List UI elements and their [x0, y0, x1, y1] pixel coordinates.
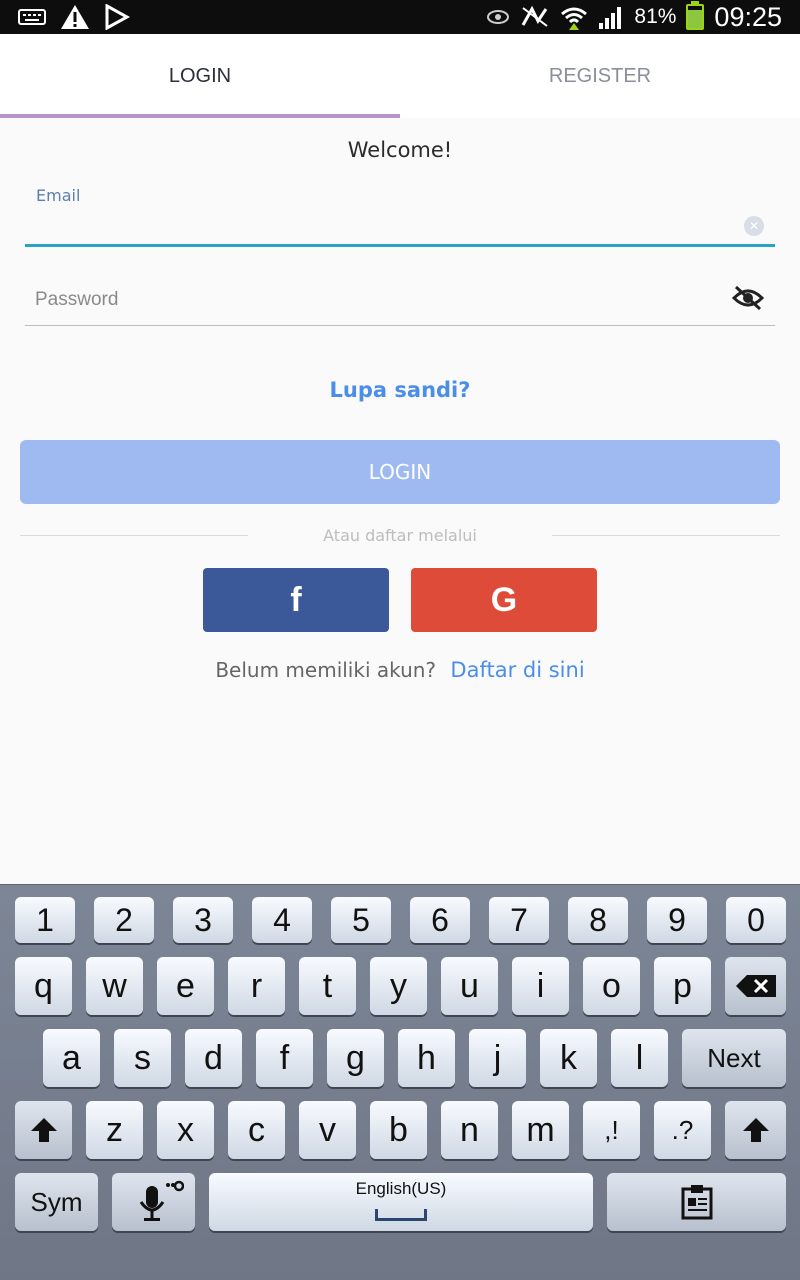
key-i[interactable]: i [512, 957, 569, 1015]
key-g[interactable]: g [327, 1029, 384, 1087]
login-button[interactable]: LOGIN [20, 440, 780, 504]
sym-key[interactable]: Sym [15, 1173, 98, 1231]
next-key[interactable]: Next [682, 1029, 786, 1087]
password-underline [25, 325, 775, 326]
email-label: Email [36, 186, 81, 205]
key-z[interactable]: z [86, 1101, 143, 1159]
key-comma[interactable]: ,! [583, 1101, 640, 1159]
google-icon: G [490, 580, 518, 619]
no-signal-icon [522, 5, 548, 27]
key-y[interactable]: y [370, 957, 427, 1015]
facebook-icon: f [290, 580, 302, 619]
tab-register[interactable]: REGISTER [400, 34, 800, 118]
key-8[interactable]: 8 [568, 897, 628, 943]
key-f[interactable]: f [256, 1029, 313, 1087]
signup-link[interactable]: Daftar di sini [450, 658, 584, 682]
play-store-icon [105, 4, 130, 30]
key-period[interactable]: .? [654, 1101, 711, 1159]
clock: 09:25 [714, 1, 782, 32]
tab-indicator [0, 114, 400, 118]
welcome-text: Welcome! [347, 138, 453, 162]
shift-icon [30, 1118, 57, 1142]
clear-icon[interactable]: ✕ [744, 216, 764, 236]
battery-icon [686, 1, 705, 30]
key-shift-left[interactable] [15, 1101, 72, 1159]
battery-percent: 81% [634, 5, 677, 28]
forgot-password-link[interactable]: Lupa sandi? [0, 378, 800, 402]
warning-icon [61, 5, 89, 29]
key-q[interactable]: q [15, 957, 72, 1015]
key-m[interactable]: m [512, 1101, 569, 1159]
clipboard-key[interactable] [607, 1173, 786, 1231]
key-k[interactable]: k [540, 1029, 597, 1087]
space-key[interactable]: English(US) [209, 1173, 593, 1231]
eye-icon [487, 10, 510, 24]
key-5[interactable]: 5 [331, 897, 391, 943]
key-b[interactable]: b [370, 1101, 427, 1159]
key-backspace[interactable] [725, 957, 786, 1015]
key-4[interactable]: 4 [252, 897, 312, 943]
wifi-icon [561, 7, 588, 30]
voice-input-key[interactable] [112, 1173, 195, 1231]
key-p[interactable]: p [654, 957, 711, 1015]
space-bar-icon [375, 1209, 427, 1221]
key-s[interactable]: s [114, 1029, 171, 1087]
signal-icon [599, 7, 622, 29]
clipboard-icon [681, 1185, 712, 1220]
soft-keyboard: 1 2 3 4 5 6 7 8 9 0 q w e r t y u i o p … [0, 884, 800, 1280]
divider-right [552, 535, 780, 536]
email-underline [25, 244, 775, 247]
key-x[interactable]: x [157, 1101, 214, 1159]
microphone-icon [139, 1180, 184, 1221]
key-o[interactable]: o [583, 957, 640, 1015]
key-c[interactable]: c [228, 1101, 285, 1159]
facebook-login-button[interactable]: f [203, 568, 389, 632]
key-shift-right[interactable] [725, 1101, 786, 1159]
key-n[interactable]: n [441, 1101, 498, 1159]
key-j[interactable]: j [469, 1029, 526, 1087]
signup-row: Belum memiliki akun? Daftar di sini [0, 658, 800, 682]
password-input[interactable] [25, 280, 745, 320]
key-v[interactable]: v [299, 1101, 356, 1159]
google-login-button[interactable]: G [411, 568, 597, 632]
key-d[interactable]: d [185, 1029, 242, 1087]
key-6[interactable]: 6 [410, 897, 470, 943]
visibility-off-icon[interactable] [732, 284, 764, 312]
key-h[interactable]: h [398, 1029, 455, 1087]
key-3[interactable]: 3 [173, 897, 233, 943]
key-u[interactable]: u [441, 957, 498, 1015]
key-0[interactable]: 0 [726, 897, 786, 943]
shift-icon [742, 1118, 769, 1142]
email-input[interactable] [25, 206, 775, 246]
tab-login[interactable]: LOGIN [0, 34, 400, 118]
signup-prompt: Belum memiliki akun? [215, 658, 437, 682]
key-9[interactable]: 9 [647, 897, 707, 943]
space-language-label: English(US) [355, 1179, 447, 1198]
key-2[interactable]: 2 [94, 897, 154, 943]
key-1[interactable]: 1 [15, 897, 75, 943]
key-e[interactable]: e [157, 957, 214, 1015]
backspace-icon [735, 975, 776, 997]
key-7[interactable]: 7 [489, 897, 549, 943]
key-r[interactable]: r [228, 957, 285, 1015]
key-a[interactable]: a [43, 1029, 100, 1087]
auth-tabs: LOGIN REGISTER [0, 34, 800, 118]
status-bar: 81% 09:25 [0, 0, 800, 34]
keyboard-icon [18, 9, 46, 25]
key-l[interactable]: l [611, 1029, 668, 1087]
key-t[interactable]: t [299, 957, 356, 1015]
key-w[interactable]: w [86, 957, 143, 1015]
